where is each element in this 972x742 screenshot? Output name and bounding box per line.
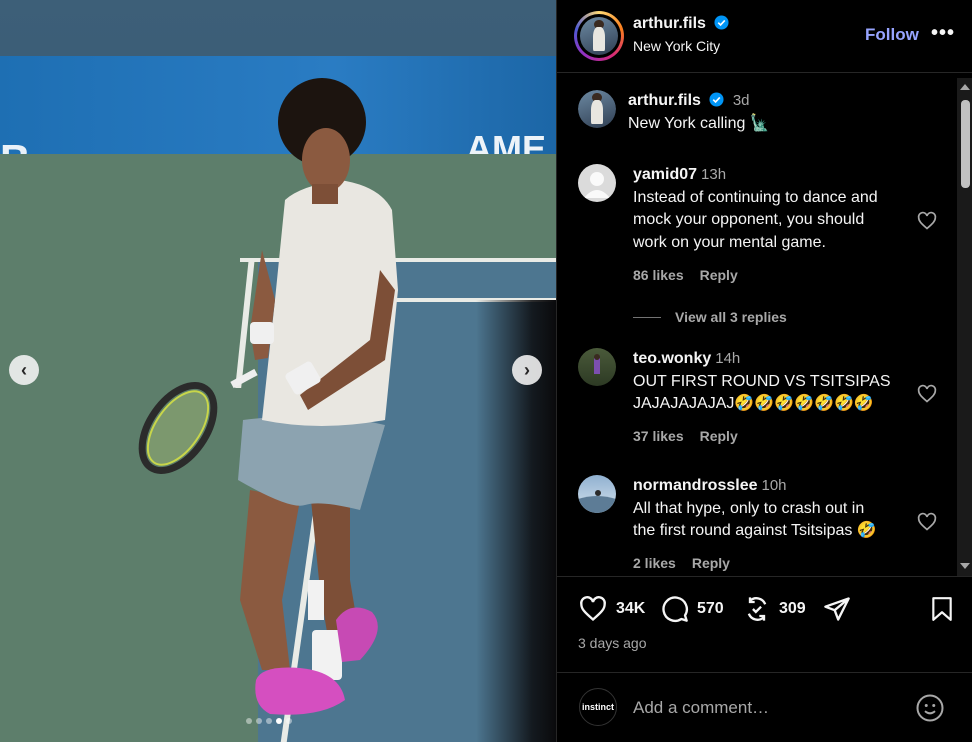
comment-like-heart-icon[interactable] bbox=[917, 384, 937, 404]
comment-meta: 37 likes Reply bbox=[633, 428, 754, 444]
more-options-icon[interactable]: ••• bbox=[931, 22, 955, 45]
add-comment-bar: instinct bbox=[557, 672, 972, 742]
comment-line: OUT FIRST ROUND VS TSITSIPAS bbox=[633, 372, 891, 390]
current-user-avatar[interactable]: instinct bbox=[579, 688, 617, 726]
chevron-right-icon: › bbox=[524, 359, 530, 380]
comments-list[interactable]: arthur.fils 3d New York calling 🗽 yamid0… bbox=[557, 74, 972, 576]
carousel-dots bbox=[246, 718, 292, 724]
view-replies-label: View all 3 replies bbox=[675, 309, 787, 325]
view-replies-button[interactable]: View all 3 replies bbox=[633, 309, 787, 325]
comment-line: Instead of continuing to dance and bbox=[633, 188, 878, 206]
send-icon bbox=[824, 597, 850, 621]
comment-avatar[interactable] bbox=[578, 164, 616, 202]
carousel-dot bbox=[266, 718, 272, 724]
comment-input[interactable] bbox=[633, 695, 893, 721]
caption-time: 3d bbox=[732, 92, 750, 109]
comment-bubble-icon bbox=[662, 596, 688, 622]
caption-text: New York calling 🗽 bbox=[628, 114, 770, 132]
carousel-dot-active bbox=[276, 718, 282, 724]
bookmark-icon bbox=[932, 597, 952, 621]
follow-button[interactable]: Follow bbox=[865, 25, 919, 45]
reply-button[interactable]: Reply bbox=[700, 267, 738, 283]
reply-button[interactable]: Reply bbox=[700, 428, 738, 444]
save-button[interactable] bbox=[929, 595, 963, 623]
caption: arthur.fils 3d New York calling 🗽 bbox=[628, 90, 770, 135]
comment-like-heart-icon[interactable] bbox=[917, 211, 937, 231]
prev-slide-button[interactable]: ‹ bbox=[9, 355, 39, 385]
comment-button[interactable]: 570 bbox=[661, 595, 724, 623]
comment-like-heart-icon[interactable] bbox=[917, 512, 937, 532]
comment: yamid07 13h Instead of continuing to danc… bbox=[633, 164, 923, 254]
player-photo bbox=[138, 78, 398, 715]
comment-line: All that hype, only to crash out in bbox=[633, 499, 865, 517]
default-avatar-icon bbox=[584, 172, 610, 198]
carousel-dot bbox=[246, 718, 252, 724]
comment-line: JAJAJAJAJAJ🤣🤣🤣🤣🤣🤣🤣 bbox=[633, 395, 874, 412]
repost-icon bbox=[747, 597, 767, 621]
carousel-dot bbox=[286, 718, 292, 724]
post-location[interactable]: New York City bbox=[633, 38, 720, 54]
comment-line: work on your mental game. bbox=[633, 233, 826, 251]
comment-count: 570 bbox=[697, 600, 724, 617]
caption-avatar[interactable] bbox=[578, 90, 616, 128]
post-media[interactable]: B AME EX ‹ › bbox=[0, 0, 556, 742]
repost-count: 309 bbox=[779, 600, 806, 617]
chevron-left-icon: ‹ bbox=[21, 359, 27, 380]
scroll-down-arrow-icon[interactable] bbox=[960, 563, 970, 569]
scroll-thumb[interactable] bbox=[961, 100, 970, 188]
heart-icon bbox=[580, 596, 606, 622]
comment-avatar[interactable] bbox=[578, 348, 616, 386]
comment-likes[interactable]: 2 likes bbox=[633, 555, 676, 571]
like-count: 34K bbox=[616, 600, 646, 617]
carousel-dot bbox=[256, 718, 262, 724]
comment-meta: 86 likes Reply bbox=[633, 267, 754, 283]
comment-likes[interactable]: 37 likes bbox=[633, 428, 684, 444]
comment-username[interactable]: yamid07 bbox=[633, 166, 697, 183]
comment-time: 14h bbox=[715, 350, 741, 367]
comment-username[interactable]: normandrosslee bbox=[633, 477, 757, 494]
share-button[interactable] bbox=[823, 595, 859, 623]
comment-meta: 2 likes Reply bbox=[633, 555, 746, 571]
verified-badge-icon bbox=[709, 92, 724, 107]
post-header: arthur.fils New York City Follow ••• bbox=[557, 0, 972, 73]
post-side-panel: arthur.fils New York City Follow ••• art… bbox=[556, 0, 972, 742]
comment: normandrosslee 10h All that hype, only to… bbox=[633, 475, 923, 543]
comment: teo.wonky 14h OUT FIRST ROUND VS TSITSIPA… bbox=[633, 348, 923, 416]
emoji-icon[interactable] bbox=[915, 693, 945, 723]
comment-time: 10h bbox=[761, 477, 787, 494]
comment-line: mock your opponent, you should bbox=[633, 211, 865, 228]
avatar-image bbox=[578, 490, 616, 513]
avatar-image bbox=[594, 354, 600, 374]
comment-likes[interactable]: 86 likes bbox=[633, 267, 684, 283]
caption-username[interactable]: arthur.fils bbox=[628, 92, 701, 109]
comment-username[interactable]: teo.wonky bbox=[633, 350, 711, 367]
author-avatar[interactable] bbox=[574, 11, 624, 61]
repost-button[interactable]: 309 bbox=[743, 595, 806, 623]
like-button[interactable]: 34K bbox=[578, 595, 645, 623]
verified-badge-icon bbox=[714, 15, 729, 30]
scroll-up-arrow-icon[interactable] bbox=[960, 84, 970, 90]
reply-button[interactable]: Reply bbox=[692, 555, 730, 571]
post-actions: 34K 570 309 3 days ago bbox=[557, 576, 972, 658]
next-slide-button[interactable]: › bbox=[512, 355, 542, 385]
author-username[interactable]: arthur.fils bbox=[633, 15, 706, 32]
comment-line: the first round against Tsitsipas 🤣 bbox=[633, 522, 877, 539]
comment-time: 13h bbox=[701, 166, 727, 183]
post-date[interactable]: 3 days ago bbox=[578, 635, 647, 651]
avatar-image bbox=[580, 17, 618, 55]
comment-avatar[interactable] bbox=[578, 475, 616, 513]
